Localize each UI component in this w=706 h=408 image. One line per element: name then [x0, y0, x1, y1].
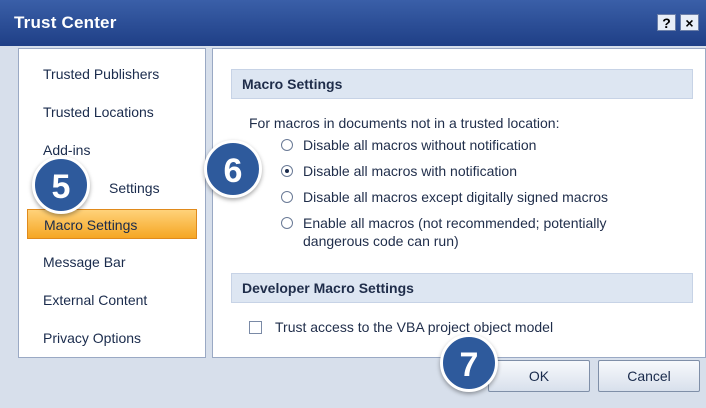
step-7-callout: 7: [440, 334, 498, 392]
developer-macro-settings-heading: Developer Macro Settings: [231, 273, 693, 303]
cancel-button[interactable]: Cancel: [598, 360, 700, 392]
sidebar-item-label: External Content: [43, 292, 148, 308]
vba-access-checkbox[interactable]: [249, 321, 262, 334]
option-label-line2: dangerous code can run): [303, 233, 459, 249]
sidebar-item-privacy-options[interactable]: Privacy Options: [27, 323, 197, 353]
step-6-callout: 6: [204, 140, 262, 198]
macro-settings-heading: Macro Settings: [231, 69, 693, 99]
sidebar-item-trusted-publishers[interactable]: Trusted Publishers: [27, 59, 197, 89]
step-5-callout: 5: [32, 156, 90, 214]
sidebar-item-label: Settings: [109, 180, 160, 196]
title-bar: Trust Center ? ×: [0, 0, 706, 46]
sidebar-item-label: Macro Settings: [44, 217, 138, 233]
ok-button[interactable]: OK: [488, 360, 590, 392]
radio-disable-except-signed[interactable]: [281, 191, 293, 203]
help-button[interactable]: ?: [657, 14, 676, 31]
vba-access-label[interactable]: Trust access to the VBA project object m…: [275, 319, 553, 335]
sidebar-item-trusted-locations[interactable]: Trusted Locations: [27, 97, 197, 127]
option-label[interactable]: Disable all macros without notification: [303, 137, 536, 153]
radio-enable-all[interactable]: [281, 217, 293, 229]
macro-intro-text: For macros in documents not in a trusted…: [249, 115, 560, 131]
option-label[interactable]: Enable all macros (not recommended; pote…: [303, 215, 607, 231]
radio-disable-no-notification[interactable]: [281, 139, 293, 151]
sidebar-item-label: Trusted Publishers: [43, 66, 160, 82]
sidebar-item-message-bar[interactable]: Message Bar: [27, 247, 197, 277]
radio-disable-with-notification[interactable]: [281, 165, 293, 177]
sidebar-item-label: Message Bar: [43, 254, 126, 270]
close-button[interactable]: ×: [680, 14, 699, 31]
option-label[interactable]: Disable all macros with notification: [303, 163, 517, 179]
option-label[interactable]: Disable all macros except digitally sign…: [303, 189, 608, 205]
sidebar-item-label: Trusted Locations: [43, 104, 154, 120]
window-title: Trust Center: [14, 13, 117, 32]
sidebar-item-label: Privacy Options: [43, 330, 142, 346]
macro-settings-panel: Macro Settings For macros in documents n…: [212, 48, 706, 358]
sidebar-item-macro-settings[interactable]: Macro Settings: [27, 209, 197, 239]
sidebar-item-external-content[interactable]: External Content: [27, 285, 197, 315]
